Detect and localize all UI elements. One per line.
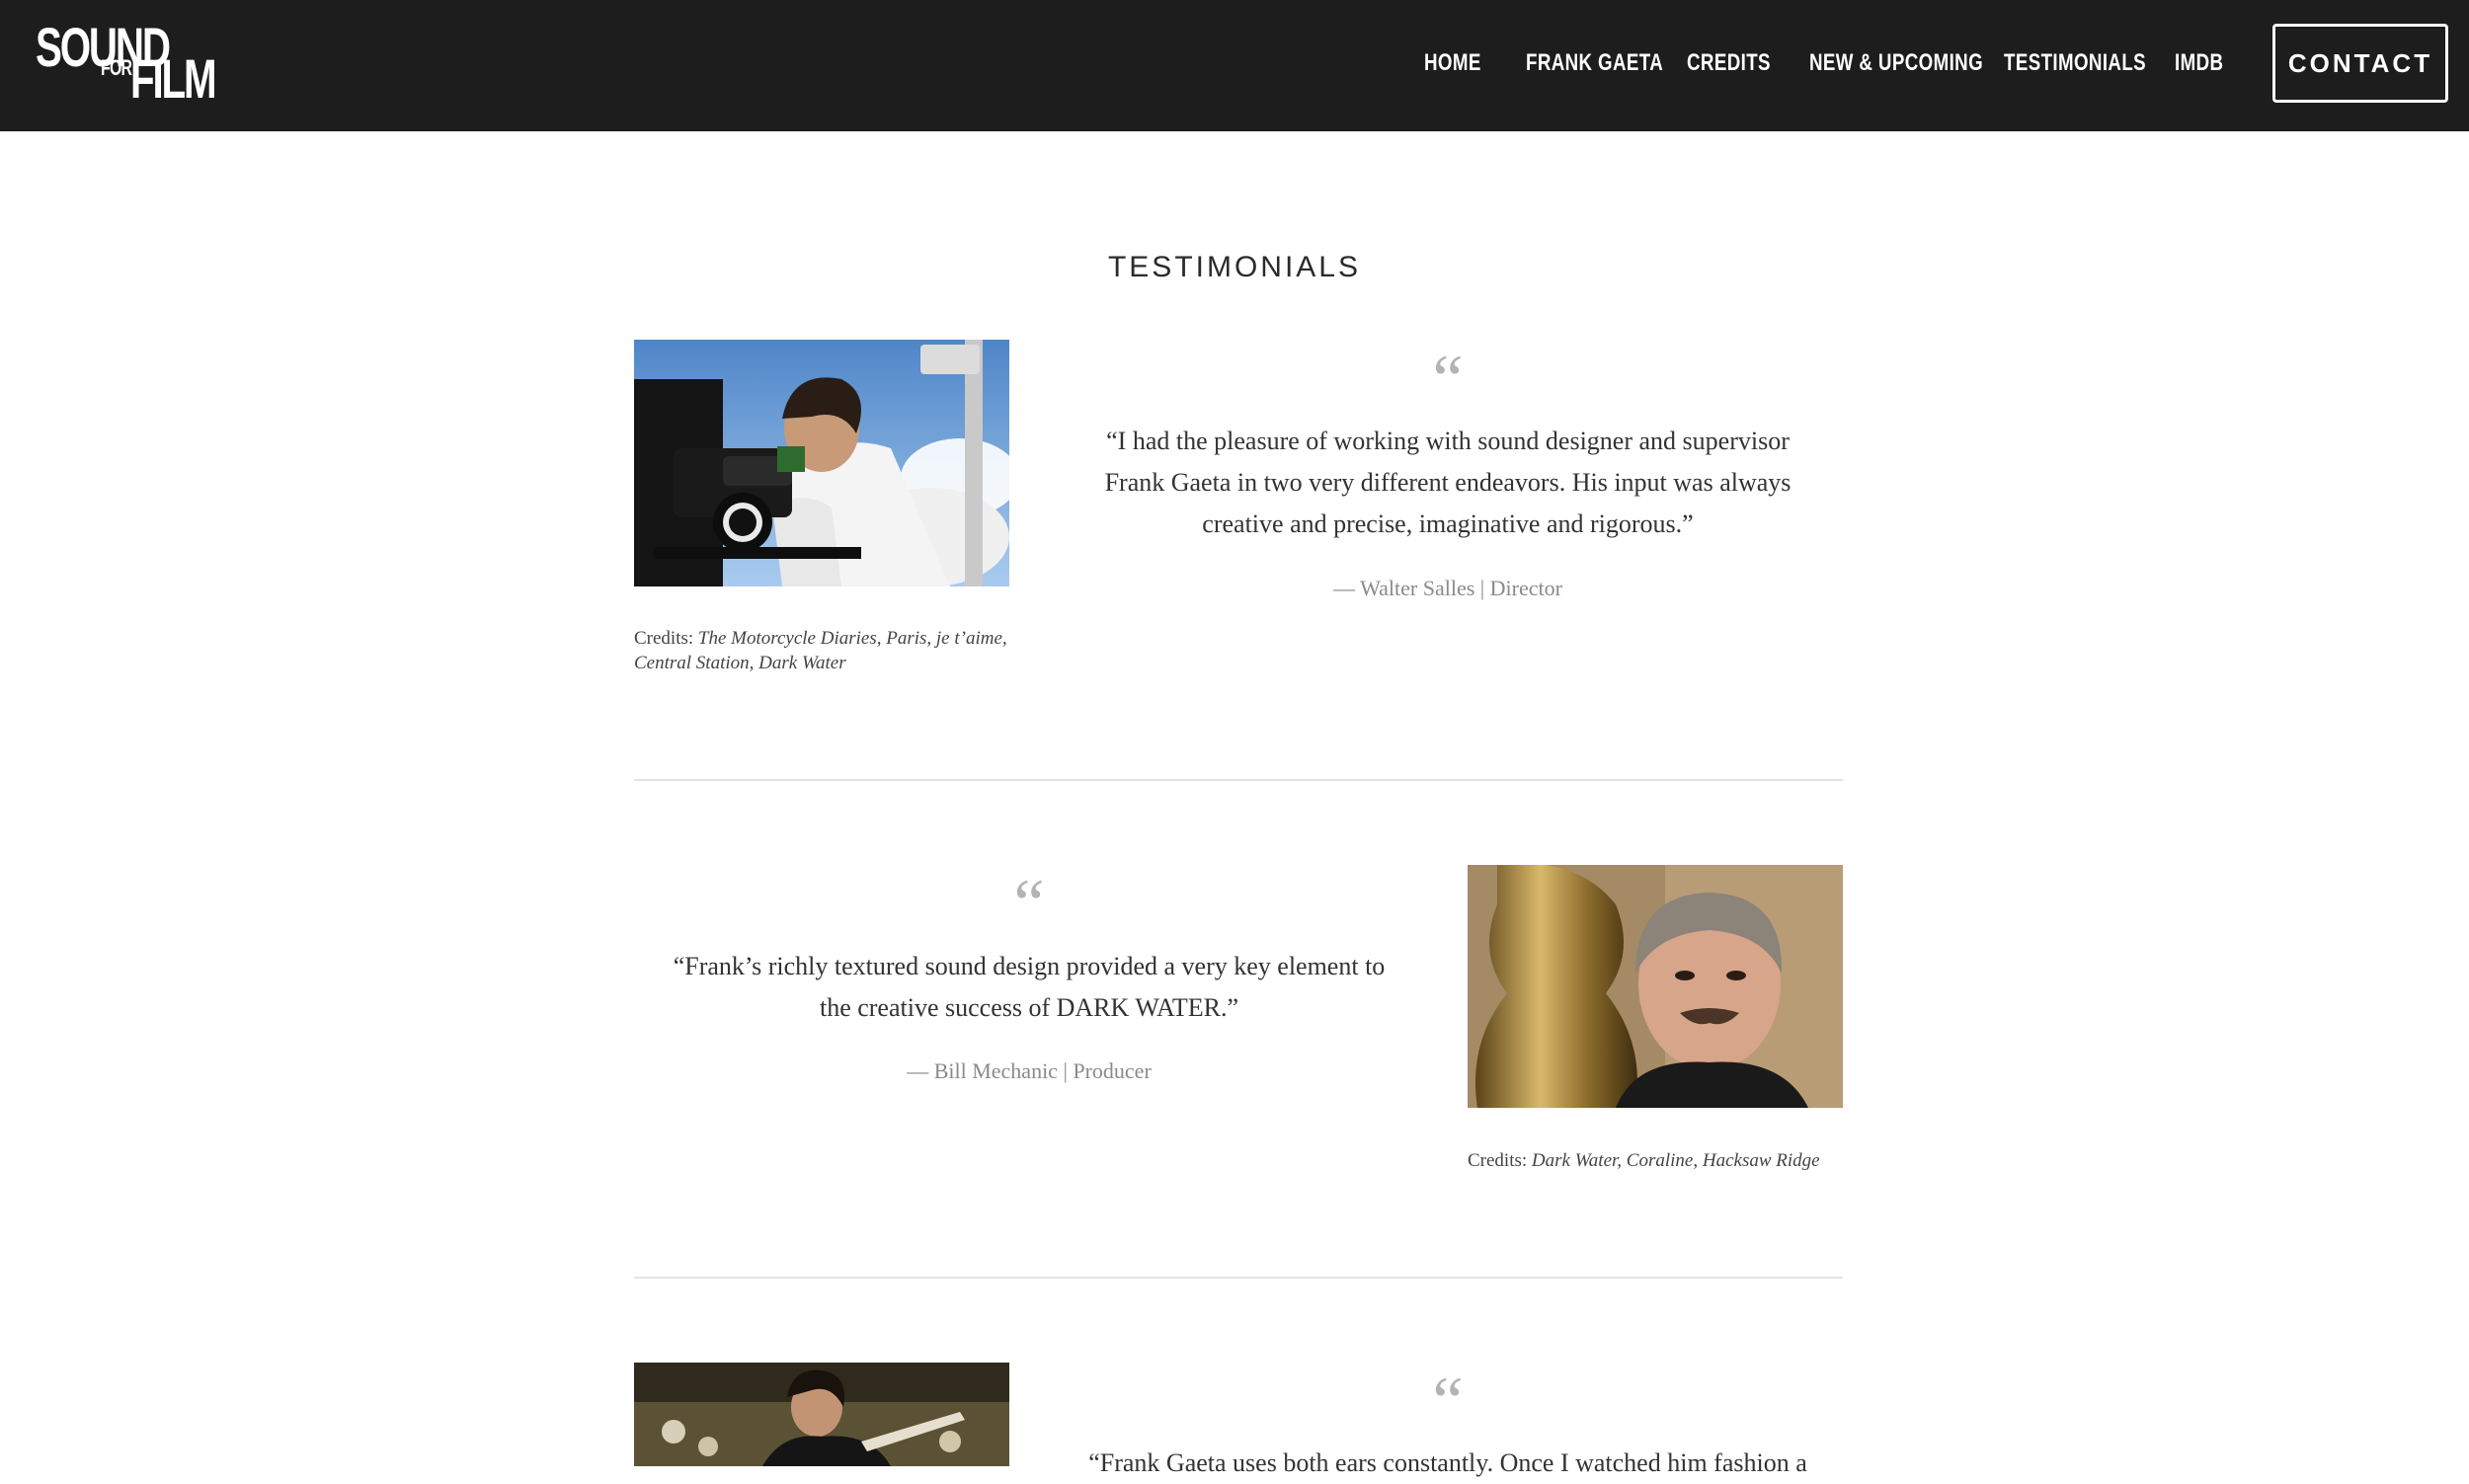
testimonial-attribution: — Walter Salles | Director: [1333, 576, 1562, 600]
nav-item-new-upcoming[interactable]: NEW & UPCOMING: [1809, 49, 1983, 77]
nav-item-frank-gaeta[interactable]: FRANK GAETA: [1526, 49, 1663, 77]
section-divider: [634, 1277, 1843, 1279]
bill-mechanic-photo: [1468, 865, 1843, 1108]
third-testimonial-photo: [634, 1363, 1009, 1466]
photo-producer-with-oscar: [1468, 865, 1843, 1108]
quote-mark-icon: “: [1432, 342, 1464, 418]
section-divider: [634, 779, 1843, 781]
site-header: SOUND FOR FILM HOME FRANK GAETA CREDITS …: [0, 0, 2469, 131]
credits-titles: Dark Water, Coraline, Hacksaw Ridge: [1531, 1150, 1820, 1171]
quote-mark-icon: “: [1432, 1364, 1464, 1440]
nav-item-imdb[interactable]: IMDB: [2175, 49, 2223, 77]
nav-item-testimonials[interactable]: TESTIMONIALS: [2004, 49, 2146, 77]
credits-label: Credits:: [1468, 1150, 1532, 1171]
testimonial-attribution: — Bill Mechanic | Producer: [907, 1058, 1152, 1083]
contact-button[interactable]: CONTACT: [2272, 24, 2448, 103]
nav-item-credits[interactable]: CREDITS: [1687, 49, 1771, 77]
testimonial-quote: “I had the pleasure of working with soun…: [1104, 427, 1792, 538]
walter-salles-photo: [634, 340, 1009, 586]
credits-bill-mechanic: Credits: Dark Water, Coraline, Hacksaw R…: [1468, 1148, 1863, 1173]
nav-item-home[interactable]: HOME: [1424, 49, 1481, 77]
credits-label: Credits:: [634, 628, 698, 649]
photo-director-with-camera: [634, 340, 1009, 586]
testimonial-quote: “Frank’s richly textured sound design pr…: [673, 952, 1386, 1022]
main-nav: HOME FRANK GAETA CREDITS NEW & UPCOMING …: [0, 0, 2469, 131]
quote-mark-icon: “: [1013, 866, 1045, 942]
page-title: TESTIMONIALS: [1107, 251, 1362, 283]
testimonial-quote: “Frank Gaeta uses both ears constantly. …: [1088, 1448, 1807, 1477]
credits-walter-salles: Credits: The Motorcycle Diaries, Paris, …: [634, 626, 1029, 675]
photo-conductor: [634, 1363, 1009, 1466]
